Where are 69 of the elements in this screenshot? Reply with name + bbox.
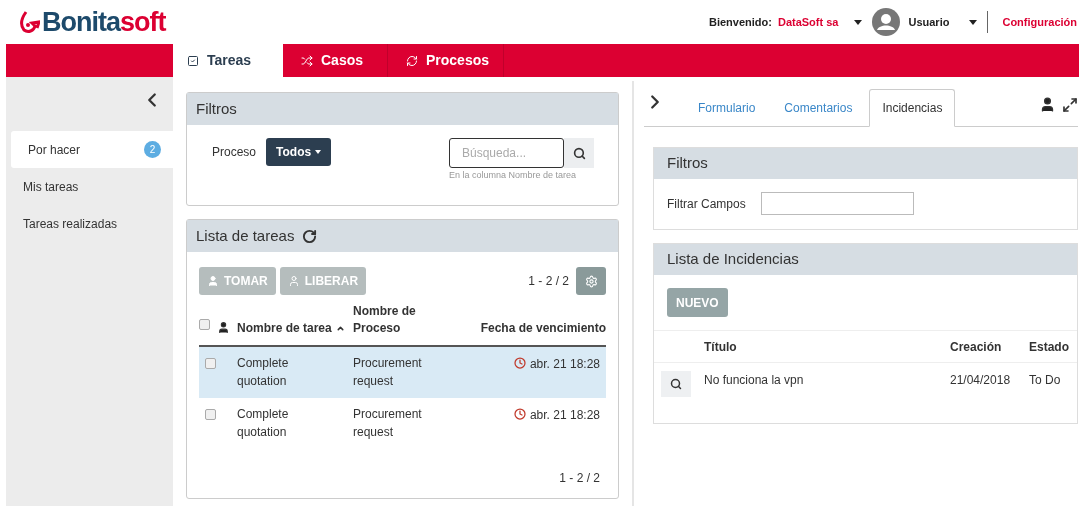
table-row[interactable]: Complete quotation Procurement request abr. 21 18:28: [199, 347, 606, 398]
caret-icon[interactable]: [854, 19, 863, 25]
sidebar-item[interactable]: Tareas realizadas: [6, 205, 173, 242]
card-title: Filtros: [196, 98, 237, 119]
table-cell-text: To Do: [1029, 372, 1062, 389]
checkbox[interactable]: [205, 409, 216, 420]
table-cell-text: Procurement request: [353, 406, 423, 441]
field-label: Filtrar Campos: [667, 195, 746, 213]
table-cell-text: No funciona la vpn: [704, 372, 805, 389]
refresh-icon[interactable]: [302, 228, 318, 244]
process-dropdown[interactable]: Todos: [266, 138, 332, 166]
fullscreen-icon[interactable]: [1062, 97, 1078, 113]
sidebar-item[interactable]: Mis tareas: [6, 168, 173, 205]
user-name[interactable]: Usuario: [908, 13, 950, 31]
field-label: Proceso: [212, 144, 257, 161]
checkbox[interactable]: [199, 319, 210, 330]
user-icon: [287, 275, 300, 287]
column-header[interactable]: Nombre de tarea: [237, 319, 353, 337]
table-cell-text: abr. 21 18:28: [529, 356, 600, 373]
cycle-icon: [406, 54, 418, 67]
column-header: Creación: [950, 338, 1003, 356]
pager-text: 1 - 2 / 2: [528, 273, 569, 290]
caret-icon[interactable]: [969, 19, 978, 25]
settings-link[interactable]: Configuración: [1002, 13, 1077, 31]
user-icon: [207, 275, 219, 287]
clock-icon: [513, 357, 526, 369]
detail-tab[interactable]: Incidencias: [869, 89, 956, 127]
sidebar-item[interactable]: Por hacer 2: [11, 131, 173, 168]
logo[interactable]: Bonitasoft: [20, 8, 166, 36]
shuffle-icon: [301, 54, 313, 67]
search-button[interactable]: [564, 138, 594, 168]
gear-icon: [584, 274, 598, 288]
table-cell-text: Complete quotation: [237, 355, 290, 390]
logo-icon: [20, 11, 40, 33]
table-cell-text: Procurement request: [353, 355, 423, 390]
count-badge: 2: [144, 141, 161, 158]
nav-tab[interactable]: Procesos: [388, 44, 505, 77]
table-row[interactable]: Complete quotation Procurement request abr. 21 18:28: [199, 398, 606, 449]
column-header[interactable]: Fecha de vencimiento: [453, 319, 606, 337]
detail-tab[interactable]: Formulario: [686, 89, 768, 127]
user-icon: [217, 321, 230, 334]
search-field[interactable]: Búsqueda...: [449, 138, 564, 168]
search-hint: En la columna Nombre de tarea: [449, 169, 578, 182]
filter-field[interactable]: [760, 192, 914, 215]
card-title: Lista de tareas: [196, 225, 295, 246]
checkbox[interactable]: [205, 358, 216, 369]
organization-name: DataSoft sa: [777, 14, 839, 30]
nav-tab[interactable]: Tareas: [173, 44, 283, 77]
nav-tab[interactable]: Casos: [283, 44, 388, 77]
user-icon[interactable]: [1039, 96, 1056, 113]
search-icon: [670, 378, 682, 390]
column-header: Título: [704, 338, 738, 356]
card-title: Filtros: [667, 153, 708, 174]
table-cell-text: 21/04/2018: [950, 372, 1012, 389]
table-cell-text: Complete quotation: [237, 406, 290, 441]
welcome-label: Bienvenido:: [709, 14, 772, 30]
card-title: Lista de Incidencias: [667, 249, 799, 270]
checkbox-icon: [187, 54, 199, 67]
avatar-icon: [872, 8, 901, 36]
clock-icon: [513, 408, 526, 420]
search-icon: [572, 146, 586, 160]
settings-button[interactable]: [576, 267, 606, 295]
table-cell-text: abr. 21 18:28: [529, 407, 600, 424]
view-button[interactable]: [661, 371, 691, 397]
detail-tab[interactable]: Comentarios: [772, 89, 865, 127]
pager-text: 1 - 2 / 2: [559, 470, 600, 487]
column-header[interactable]: Nombre de Proceso: [353, 303, 453, 337]
column-header: Estado: [1029, 338, 1070, 356]
caret-icon: [315, 150, 322, 154]
